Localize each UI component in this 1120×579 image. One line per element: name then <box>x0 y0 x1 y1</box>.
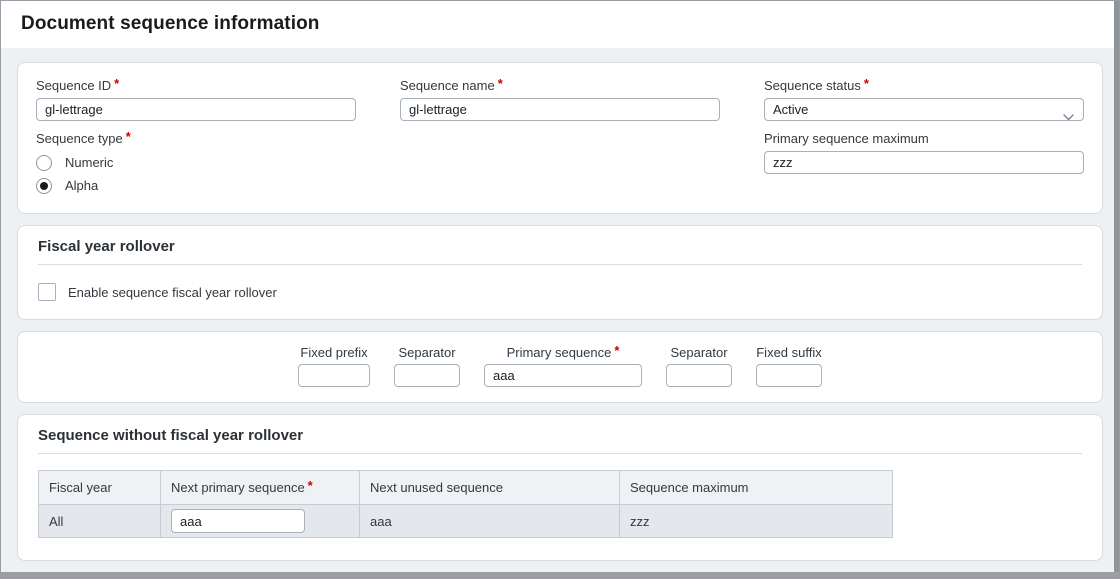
cell-next-primary-sequence <box>161 505 360 538</box>
fixed-prefix-field: Fixed prefix <box>298 345 370 387</box>
required-asterisk: * <box>114 76 119 91</box>
column-next-primary-sequence: Next primary sequence* <box>161 471 360 505</box>
table-header-row: Fiscal year Next primary sequence* Next … <box>39 471 893 505</box>
column-sequence-maximum: Sequence maximum <box>620 471 893 505</box>
page-title: Document sequence information <box>21 13 1099 35</box>
cell-fiscal-year: All <box>39 505 161 538</box>
required-asterisk: * <box>498 76 503 91</box>
vertical-scrollbar[interactable] <box>1114 1 1119 578</box>
sequence-name-input[interactable] <box>400 98 720 121</box>
primary-sequence-field: Primary sequence* <box>484 345 642 387</box>
sequence-id-field: Sequence ID* <box>36 78 356 121</box>
next-primary-sequence-input[interactable] <box>171 509 305 533</box>
sequence-name-label: Sequence name* <box>400 78 720 93</box>
sequence-status-select[interactable]: Active <box>764 98 1084 121</box>
fiscal-rollover-title: Fiscal year rollover <box>38 238 1082 255</box>
required-asterisk: * <box>126 129 131 144</box>
sequence-id-label: Sequence ID* <box>36 78 356 93</box>
sequence-type-radio-group: Numeric Alpha <box>36 151 356 197</box>
sequence-table: Fiscal year Next primary sequence* Next … <box>38 470 893 538</box>
enable-rollover-row: Enable sequence fiscal year rollover <box>38 283 1082 301</box>
sequence-table-card: Sequence without fiscal year rollover Fi… <box>17 414 1103 561</box>
table-row: All aaa zzz <box>39 505 893 538</box>
radio-circle-unselected <box>36 155 52 171</box>
sequence-type-label: Sequence type* <box>36 131 356 146</box>
separator-1-label: Separator <box>394 345 460 360</box>
sequence-id-input[interactable] <box>36 98 356 121</box>
cell-next-unused-sequence: aaa <box>360 505 620 538</box>
fixed-prefix-input[interactable] <box>298 364 370 387</box>
section-divider <box>38 264 1082 265</box>
radio-numeric[interactable]: Numeric <box>36 151 356 174</box>
fixed-suffix-field: Fixed suffix <box>756 345 822 387</box>
separator-1-input[interactable] <box>394 364 460 387</box>
separator-1-field: Separator <box>394 345 460 387</box>
fixed-prefix-label: Fixed prefix <box>298 345 370 360</box>
radio-circle-selected <box>36 178 52 194</box>
primary-sequence-maximum-input[interactable] <box>764 151 1084 174</box>
sequence-status-value: Active <box>773 102 808 117</box>
grid-spacer <box>400 131 720 197</box>
separator-2-field: Separator <box>666 345 732 387</box>
sequence-type-field: Sequence type* Numeric Alpha <box>36 131 356 197</box>
separator-2-label: Separator <box>666 345 732 360</box>
fixed-suffix-input[interactable] <box>756 364 822 387</box>
enable-rollover-checkbox[interactable] <box>38 283 56 301</box>
cell-sequence-maximum: zzz <box>620 505 893 538</box>
sequence-format-card: Fixed prefix Separator Primary sequence*… <box>17 331 1103 403</box>
horizontal-scrollbar[interactable] <box>1 572 1119 578</box>
radio-alpha-label: Alpha <box>65 178 98 193</box>
primary-sequence-label: Primary sequence* <box>484 345 642 360</box>
required-asterisk: * <box>308 478 313 493</box>
column-next-unused-sequence: Next unused sequence <box>360 471 620 505</box>
sequence-status-field: Sequence status* Active <box>764 78 1084 121</box>
separator-2-input[interactable] <box>666 364 732 387</box>
required-asterisk: * <box>864 76 869 91</box>
radio-numeric-label: Numeric <box>65 155 113 170</box>
primary-sequence-input[interactable] <box>484 364 642 387</box>
sequence-status-label: Sequence status* <box>764 78 1084 93</box>
sequence-table-title: Sequence without fiscal year rollover <box>38 427 1082 444</box>
primary-sequence-maximum-label: Primary sequence maximum <box>764 131 1084 146</box>
sequence-name-field: Sequence name* <box>400 78 720 121</box>
required-asterisk: * <box>614 343 619 358</box>
section-divider <box>38 453 1082 454</box>
column-fiscal-year: Fiscal year <box>39 471 161 505</box>
primary-sequence-maximum-field: Primary sequence maximum <box>764 131 1084 197</box>
document-sequence-window: Document sequence information Sequence I… <box>0 0 1120 579</box>
page-header: Document sequence information <box>1 1 1119 48</box>
fiscal-rollover-card: Fiscal year rollover Enable sequence fis… <box>17 225 1103 320</box>
fixed-suffix-label: Fixed suffix <box>756 345 822 360</box>
main-form-card: Sequence ID* Sequence name* Sequence sta… <box>17 62 1103 214</box>
enable-rollover-label: Enable sequence fiscal year rollover <box>68 285 277 300</box>
chevron-down-icon <box>1063 106 1074 127</box>
radio-alpha[interactable]: Alpha <box>36 174 356 197</box>
